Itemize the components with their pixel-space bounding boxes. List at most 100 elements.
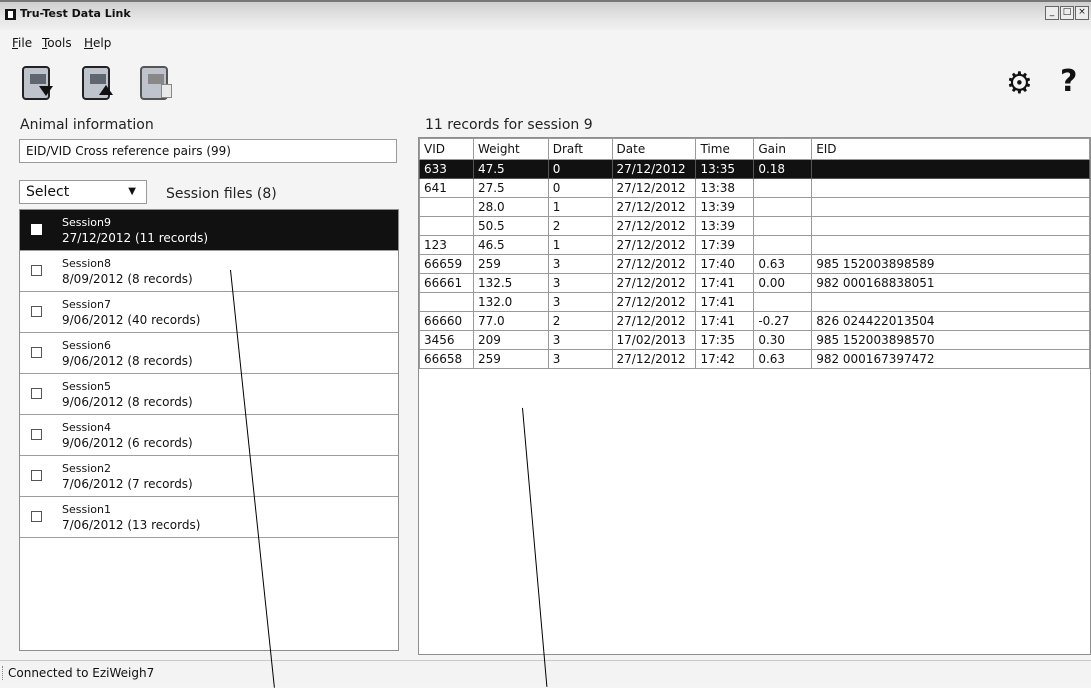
session-name: Session2 xyxy=(62,462,111,475)
table-cell xyxy=(753,235,813,255)
table-cell: 27/12/2012 xyxy=(611,254,697,274)
session-files-count: Session files (8) xyxy=(166,186,277,202)
column-header[interactable]: Draft xyxy=(547,138,613,160)
table-row[interactable]: 66661 132.5 3 27/12/2012 17:41 0.00 982 000168… xyxy=(419,273,1090,293)
table-cell: 50.5 xyxy=(472,216,549,236)
column-header[interactable]: Weight xyxy=(472,138,549,160)
checkbox[interactable] xyxy=(31,347,42,358)
session-list-item[interactable]: Session7 9/06/2012 (40 records) xyxy=(20,292,398,333)
close-button[interactable]: × xyxy=(1075,6,1089,20)
table-cell: 1 xyxy=(547,197,613,217)
table-cell: 77.0 xyxy=(472,311,549,331)
table-cell: 0 xyxy=(547,178,613,198)
download-from-device-icon[interactable] xyxy=(20,64,56,102)
session-detail: 27/12/2012 (11 records) xyxy=(62,231,209,245)
session-list-item[interactable]: Session4 9/06/2012 (6 records) xyxy=(20,415,398,456)
status-grip-icon xyxy=(2,666,6,680)
checkbox[interactable] xyxy=(31,224,42,235)
table-row[interactable]: 132.0 3 27/12/2012 17:41 xyxy=(419,292,1090,312)
session-list-item[interactable]: Session1 7/06/2012 (13 records) xyxy=(20,497,398,538)
table-cell: 3 xyxy=(547,330,613,350)
table-cell: 132.0 xyxy=(472,292,549,312)
checkbox[interactable] xyxy=(31,306,42,317)
table-row[interactable]: 633 47.5 0 27/12/2012 13:35 0.18 xyxy=(419,159,1090,179)
session-name: Session1 xyxy=(62,503,111,516)
table-row[interactable]: 66660 77.0 2 27/12/2012 17:41 -0.27 826 024422… xyxy=(419,311,1090,331)
delete-from-device-icon[interactable] xyxy=(138,64,174,102)
maximize-button[interactable]: □ xyxy=(1060,6,1074,20)
table-cell: 641 xyxy=(419,178,474,198)
session-list-item[interactable]: Session9 27/12/2012 (11 records) xyxy=(20,210,398,251)
table-row[interactable]: 66658 259 3 27/12/2012 17:42 0.63 982 00016739… xyxy=(419,349,1090,369)
table-cell: 27/12/2012 xyxy=(611,216,697,236)
session-detail: 9/06/2012 (40 records) xyxy=(62,313,201,327)
eid-cross-reference-box[interactable]: EID/VID Cross reference pairs (99) xyxy=(19,139,397,163)
table-cell: 13:35 xyxy=(695,159,755,179)
column-header[interactable]: EID xyxy=(811,138,1090,160)
help-icon[interactable]: ? xyxy=(1060,64,1077,99)
table-cell: 27.5 xyxy=(472,178,549,198)
checkbox[interactable] xyxy=(31,429,42,440)
table-cell: 17:40 xyxy=(695,254,755,274)
session-list-item[interactable]: Session5 9/06/2012 (8 records) xyxy=(20,374,398,415)
checkbox[interactable] xyxy=(31,388,42,399)
session-list-item[interactable]: Session6 9/06/2012 (8 records) xyxy=(20,333,398,374)
table-cell: 3 xyxy=(547,273,613,293)
table-cell: 2 xyxy=(547,311,613,331)
table-cell: 3456 xyxy=(419,330,474,350)
table-cell: 3 xyxy=(547,349,613,369)
session-detail: 9/06/2012 (8 records) xyxy=(62,395,193,409)
table-cell: 0 xyxy=(547,159,613,179)
column-header[interactable]: VID xyxy=(419,138,474,160)
checkbox[interactable] xyxy=(31,511,42,522)
menu-help[interactable]: Help xyxy=(84,36,111,50)
session-name: Session8 xyxy=(62,257,111,270)
session-list[interactable]: Session9 27/12/2012 (11 records) Session8 8… xyxy=(19,209,399,651)
session-detail: 7/06/2012 (7 records) xyxy=(62,477,193,491)
table-row[interactable]: 641 27.5 0 27/12/2012 13:38 xyxy=(419,178,1090,198)
session-list-item[interactable]: Session2 7/06/2012 (7 records) xyxy=(20,456,398,497)
table-row[interactable]: 123 46.5 1 27/12/2012 17:39 xyxy=(419,235,1090,255)
app-logo-icon xyxy=(5,9,16,20)
session-list-item[interactable]: Session8 8/09/2012 (8 records) xyxy=(20,251,398,292)
table-cell: 982 000167397472 xyxy=(811,349,1090,369)
table-cell: 1 xyxy=(547,235,613,255)
upload-to-device-icon[interactable] xyxy=(80,64,116,102)
table-cell: 0.00 xyxy=(753,273,813,293)
table-cell: 259 xyxy=(472,254,549,274)
toolbar: ⚙ ? xyxy=(0,60,1091,106)
table-row[interactable]: 50.5 2 27/12/2012 13:39 xyxy=(419,216,1090,236)
table-cell: 123 xyxy=(419,235,474,255)
table-cell: 27/12/2012 xyxy=(611,197,697,217)
column-header[interactable]: Gain xyxy=(753,138,813,160)
table-row[interactable]: 3456 209 3 17/02/2013 17:35 0.30 985 152003898… xyxy=(419,330,1090,350)
table-cell: 17:42 xyxy=(695,349,755,369)
title-bar: Tru-Test Data Link _ □ × xyxy=(0,0,1091,30)
checkbox[interactable] xyxy=(31,265,42,276)
settings-gear-icon[interactable]: ⚙ xyxy=(1006,66,1033,101)
table-cell: 985 152003898570 xyxy=(811,330,1090,350)
table-cell: 66659 xyxy=(419,254,474,274)
table-cell: 47.5 xyxy=(472,159,549,179)
chevron-down-icon: ▼ xyxy=(128,186,136,197)
column-header[interactable]: Date xyxy=(611,138,697,160)
table-cell xyxy=(811,159,1090,179)
table-cell xyxy=(753,197,813,217)
table-cell: 27/12/2012 xyxy=(611,235,697,255)
session-select-dropdown[interactable]: Select ▼ xyxy=(19,180,147,204)
minimize-button[interactable]: _ xyxy=(1045,6,1059,20)
table-cell xyxy=(811,197,1090,217)
session-name: Session5 xyxy=(62,380,111,393)
menu-file[interactable]: File xyxy=(12,36,32,50)
table-cell xyxy=(811,216,1090,236)
table-cell: 27/12/2012 xyxy=(611,292,697,312)
checkbox[interactable] xyxy=(31,470,42,481)
table-row[interactable]: 66659 259 3 27/12/2012 17:40 0.63 985 15200389… xyxy=(419,254,1090,274)
table-row[interactable]: 28.0 1 27/12/2012 13:39 xyxy=(419,197,1090,217)
session-detail: 9/06/2012 (6 records) xyxy=(62,436,193,450)
table-cell xyxy=(811,235,1090,255)
menu-tools[interactable]: Tools xyxy=(42,36,72,50)
table-cell: 0.18 xyxy=(753,159,813,179)
table-cell: 2 xyxy=(547,216,613,236)
column-header[interactable]: Time xyxy=(695,138,755,160)
